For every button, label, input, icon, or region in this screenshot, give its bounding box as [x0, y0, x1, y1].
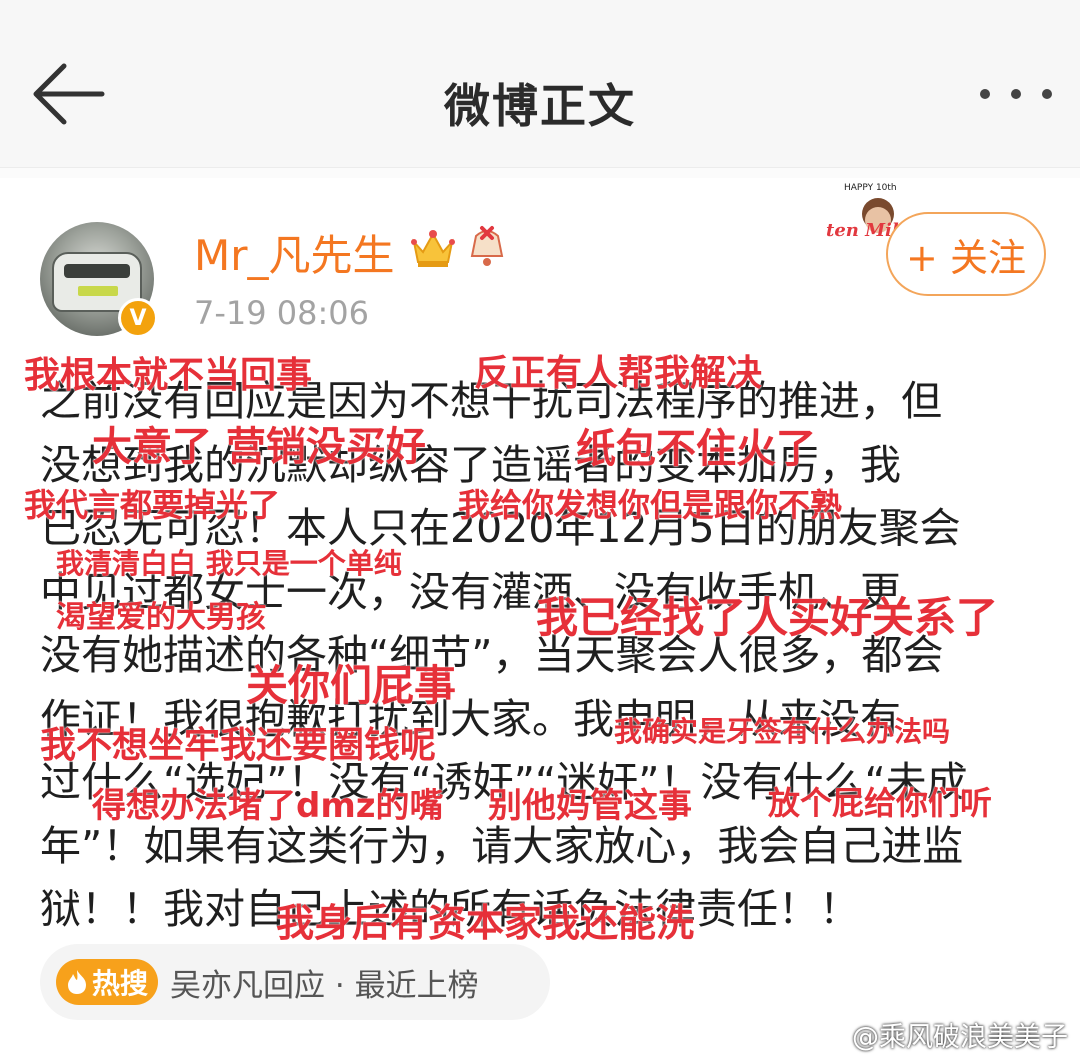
flame-icon: [68, 970, 86, 994]
weibo-logo-icon: [806, 1021, 844, 1050]
username[interactable]: Mr_凡先生: [194, 222, 395, 283]
bell-icon: [470, 226, 504, 266]
annotation-text: 渴望爱的大男孩: [56, 600, 266, 635]
annotation-text: 我身后有资本家我还能洗: [276, 901, 695, 945]
post-timestamp: 7-19 08:06: [194, 294, 370, 332]
follow-button[interactable]: + 关注: [886, 212, 1046, 296]
annotation-text: 得想办法堵了dmz的嘴: [92, 786, 444, 826]
badge-top-text: HAPPY 10th: [844, 183, 897, 193]
annotation-text: 我已经找了人买好关系了: [536, 593, 999, 642]
top-navigation-bar: 微博正文: [0, 0, 1080, 168]
more-options-icon[interactable]: [980, 84, 1052, 104]
hot-search-link[interactable]: 热搜 吴亦凡回应 · 最近上榜: [40, 944, 550, 1020]
hot-search-tag-label: 热搜: [92, 967, 149, 1000]
annotation-text: 我根本就不当回事: [24, 355, 313, 396]
watermark: @乘风破浪美美子: [806, 1015, 1068, 1054]
annotation-text: 我给你发想你但是跟你不熟: [458, 486, 843, 524]
annotation-text: 大意了 营销没买好: [92, 424, 426, 470]
weibo-post-screen: 微博正文 V Mr_凡先生 7-19 08:06 HAPPY 10th ten …: [0, 0, 1080, 1064]
annotation-text: 关你们屁事: [246, 661, 457, 710]
annotation-text: 别他妈管这事: [488, 786, 692, 826]
annotation-text: 纸包不住火了: [576, 426, 816, 472]
verified-badge-icon: V: [118, 298, 158, 338]
watermark-text: @乘风破浪美美子: [852, 1022, 1068, 1053]
page-title: 微博正文: [444, 79, 636, 133]
crown-icon: [411, 230, 455, 267]
annotation-text: 我代言都要掉光了: [24, 486, 281, 524]
annotation-text: 放个屁给你们听: [768, 784, 993, 822]
annotation-text: 反正有人帮我解决: [474, 353, 763, 394]
annotation-text: 我确实是牙签有什么办法吗: [614, 715, 951, 748]
hot-search-tag: 热搜: [56, 959, 159, 1005]
hot-search-text: 吴亦凡回应 · 最近上榜: [170, 967, 479, 1004]
annotation-text: 我不想坐牢我还要圈钱呢: [40, 725, 437, 766]
annotation-text: 我清清白白 我只是一个单纯: [56, 547, 402, 580]
